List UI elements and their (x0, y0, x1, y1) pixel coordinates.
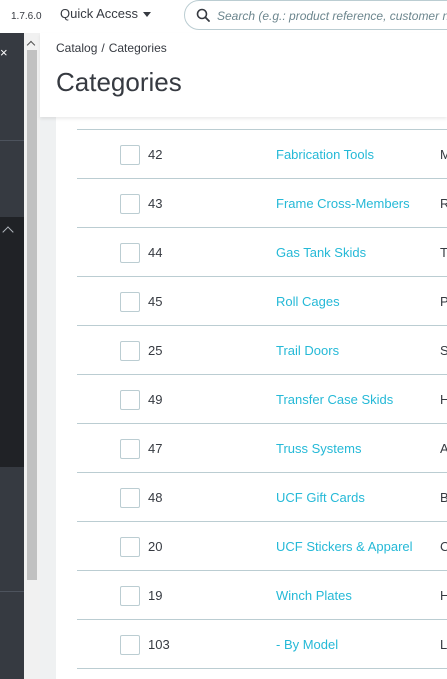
table-bottom-border (77, 668, 447, 669)
version-label: 1.7.6.0 (11, 11, 42, 22)
row-checkbox[interactable] (120, 537, 140, 557)
category-description: H (440, 588, 447, 603)
category-name-link[interactable]: Trail Doors (276, 343, 339, 358)
row-checkbox[interactable] (120, 390, 140, 410)
breadcrumb-catalog[interactable]: Catalog (56, 41, 97, 55)
breadcrumb-categories[interactable]: Categories (109, 41, 167, 55)
category-description: R (440, 196, 447, 211)
table-row: 19 Winch Plates H (77, 570, 447, 619)
scrollbar-thumb[interactable] (27, 50, 37, 580)
category-name-link[interactable]: - By Model (276, 637, 338, 652)
category-id: 103 (148, 637, 170, 652)
categories-table: 42 Fabrication Tools M 43 Frame Cross-Me… (77, 129, 447, 669)
table-row: 47 Truss Systems A (77, 423, 447, 472)
scroll-up-arrow-icon[interactable] (26, 40, 36, 50)
table-row: 49 Transfer Case Skids H (77, 374, 447, 423)
table-row: 20 UCF Stickers & Apparel C (77, 521, 447, 570)
search-input[interactable] (217, 6, 447, 26)
row-checkbox[interactable] (120, 341, 140, 361)
sidebar: × (0, 33, 24, 679)
search-icon (196, 8, 210, 22)
category-id: 19 (148, 588, 163, 603)
category-description: B (440, 490, 447, 505)
category-id: 42 (148, 147, 163, 162)
row-checkbox[interactable] (120, 488, 140, 508)
row-checkbox[interactable] (120, 194, 140, 214)
category-name-link[interactable]: Winch Plates (276, 588, 352, 603)
category-name-link[interactable]: UCF Gift Cards (276, 490, 365, 505)
category-id: 49 (148, 392, 163, 407)
sidebar-divider (0, 591, 24, 592)
category-description: L (440, 637, 447, 652)
breadcrumb-separator: / (101, 41, 105, 55)
caret-down-icon (143, 12, 152, 18)
table-row: 103 - By Model L (77, 619, 447, 668)
category-name-link[interactable]: Roll Cages (276, 294, 340, 309)
table-row: 45 Roll Cages P (77, 276, 447, 325)
category-id: 43 (148, 196, 163, 211)
category-id: 20 (148, 539, 163, 554)
category-id: 47 (148, 441, 163, 456)
row-checkbox[interactable] (120, 243, 140, 263)
vertical-scrollbar[interactable] (24, 33, 40, 679)
row-checkbox[interactable] (120, 439, 140, 459)
category-description: A (440, 441, 447, 456)
row-checkbox[interactable] (120, 145, 140, 165)
table-row: 25 Trail Doors S (77, 325, 447, 374)
category-description: T (440, 245, 447, 260)
table-row: 44 Gas Tank Skids T (77, 227, 447, 276)
page-title: Categories (56, 67, 182, 97)
breadcrumb: Catalog / Categories (56, 41, 167, 55)
search-box[interactable] (184, 0, 447, 30)
category-name-link[interactable]: Fabrication Tools (276, 147, 374, 162)
close-icon[interactable]: × (0, 45, 8, 60)
row-checkbox[interactable] (120, 586, 140, 606)
row-checkbox[interactable] (120, 292, 140, 312)
sidebar-active-section[interactable] (0, 217, 24, 467)
sidebar-divider (0, 140, 24, 141)
category-name-link[interactable]: Frame Cross-Members (276, 196, 410, 211)
category-name-link[interactable]: Transfer Case Skids (276, 392, 393, 407)
category-description: H (440, 392, 447, 407)
row-checkbox[interactable] (120, 635, 140, 655)
quick-access-label: Quick Access (60, 6, 139, 21)
table-row: 42 Fabrication Tools M (77, 129, 447, 178)
quick-access-dropdown[interactable]: Quick Access (60, 6, 152, 21)
category-id: 25 (148, 343, 163, 358)
category-id: 45 (148, 294, 163, 309)
category-name-link[interactable]: UCF Stickers & Apparel (276, 539, 413, 554)
category-description: M (440, 147, 447, 162)
category-name-link[interactable]: Gas Tank Skids (276, 245, 366, 260)
category-name-link[interactable]: Truss Systems (276, 441, 361, 456)
category-description: P (440, 294, 447, 309)
category-description: S (440, 343, 447, 358)
table-row: 43 Frame Cross-Members R (77, 178, 447, 227)
category-id: 44 (148, 245, 163, 260)
table-row: 48 UCF Gift Cards B (77, 472, 447, 521)
top-header: 1.7.6.0 Quick Access (0, 0, 447, 33)
category-id: 48 (148, 490, 163, 505)
category-description: C (440, 539, 447, 554)
page-header: Catalog / Categories Categories (40, 33, 447, 117)
